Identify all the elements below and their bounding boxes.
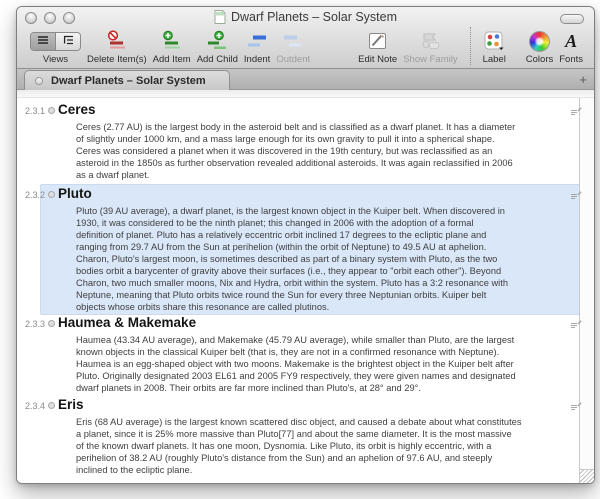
outline-item-ceres: 2.3.1 Ceres Ceres (2.77 AU) is the large… (17, 102, 574, 181)
toolbar-label: Views (43, 54, 68, 65)
toolbar-views: Views (30, 29, 81, 65)
label-icon (483, 29, 506, 53)
colors-button[interactable]: Colors (526, 29, 553, 65)
note-icon[interactable] (570, 399, 582, 417)
toolbar-label: Add Child (197, 54, 238, 65)
toolbar-label: Label (483, 54, 506, 65)
indent-button[interactable]: Indent (244, 29, 270, 65)
tab-indicator-icon[interactable] (35, 77, 43, 85)
add-item-icon (160, 29, 184, 53)
outdent-button: Outdent (276, 29, 310, 65)
bullet-icon[interactable] (48, 107, 55, 114)
item-note[interactable]: Eris (68 AU average) is the largest know… (76, 416, 574, 476)
list-view-icon (37, 32, 49, 50)
delete-items-button[interactable]: Delete Item(s) (87, 29, 147, 65)
label-button[interactable]: Label (483, 29, 506, 65)
edit-note-button[interactable]: Edit Note (358, 29, 397, 65)
toolbar-toggle-button[interactable] (560, 14, 584, 24)
outline-item-haumea-makemake: 2.3.3 Haumea & Makemake Haumea (43.34 AU… (17, 315, 574, 394)
outline-item-pluto: 2.3.2 Pluto Pluto (39 AU average), a dwa… (17, 186, 574, 313)
item-number: 2.3.3 (25, 319, 45, 329)
list-view-button[interactable] (31, 33, 55, 50)
item-title[interactable]: Ceres (58, 102, 96, 117)
item-note[interactable]: Ceres (2.77 AU) is the largest body in t… (76, 121, 574, 181)
content-top-band (17, 90, 594, 98)
tab-bar: Dwarf Planets – Solar System + (17, 69, 594, 90)
toolbar-label: Colors (526, 54, 553, 65)
toolbar-label: Show Family (403, 54, 457, 65)
item-number: 2.3.1 (25, 106, 45, 116)
toolbar-label: Outdent (276, 54, 310, 65)
bullet-icon[interactable] (48, 320, 55, 327)
item-title[interactable]: Eris (58, 397, 84, 412)
add-child-icon (205, 29, 229, 53)
bullet-icon[interactable] (48, 402, 55, 409)
outdent-icon (281, 29, 305, 53)
title-area: Dwarf Planets – Solar System (17, 10, 594, 24)
resize-grip[interactable] (580, 469, 594, 483)
window-chrome: Dwarf Planets – Solar System Vi (17, 7, 594, 69)
fonts-icon: A (565, 31, 577, 51)
window-title: Dwarf Planets – Solar System (231, 10, 397, 24)
titlebar[interactable]: Dwarf Planets – Solar System (17, 7, 594, 28)
toolbar-separator (470, 27, 471, 65)
color-wheel-icon (529, 31, 550, 52)
item-number: 2.3.2 (25, 190, 45, 200)
item-note[interactable]: Haumea (43.34 AU average), and Makemake … (76, 334, 574, 394)
vertical-scrollbar[interactable] (579, 98, 594, 483)
outline-view-icon (62, 32, 74, 50)
outline-item-eris: 2.3.4 Eris Eris (68 AU average) is the l… (17, 397, 574, 476)
fonts-button[interactable]: A Fonts (559, 29, 583, 65)
document-icon (214, 10, 226, 24)
toolbar-label: Delete Item(s) (87, 54, 147, 65)
note-icon[interactable] (570, 104, 582, 122)
outline-view: 2.3.1 Ceres Ceres (2.77 AU) is the large… (17, 98, 594, 483)
toolbar: Views Delete Item(s) Add Item Add Child (17, 28, 594, 68)
indent-icon (245, 29, 269, 53)
note-icon[interactable] (570, 317, 582, 335)
bullet-icon[interactable] (48, 191, 55, 198)
toolbar-label: Add Item (153, 54, 191, 65)
item-title[interactable]: Haumea & Makemake (58, 315, 196, 330)
tab-label: Dwarf Planets – Solar System (51, 75, 206, 87)
toolbar-label: Fonts (559, 54, 583, 65)
toolbar-label: Indent (244, 54, 270, 65)
toolbar-label: Edit Note (358, 54, 397, 65)
delete-items-icon (105, 29, 129, 53)
tab-dwarf-planets[interactable]: Dwarf Planets – Solar System (24, 70, 230, 90)
add-item-button[interactable]: Add Item (153, 29, 191, 65)
item-note[interactable]: Pluto (39 AU average), a dwarf planet, i… (76, 205, 574, 313)
app-window: Dwarf Planets – Solar System Vi (16, 6, 595, 484)
add-tab-button[interactable]: + (579, 69, 587, 89)
item-number: 2.3.4 (25, 401, 45, 411)
note-icon[interactable] (570, 188, 582, 206)
edit-note-icon (366, 29, 390, 53)
show-family-icon (417, 29, 443, 53)
add-child-button[interactable]: Add Child (197, 29, 238, 65)
show-family-button: Show Family (403, 29, 457, 65)
outline-view-button[interactable] (55, 33, 80, 50)
item-title[interactable]: Pluto (58, 186, 92, 201)
